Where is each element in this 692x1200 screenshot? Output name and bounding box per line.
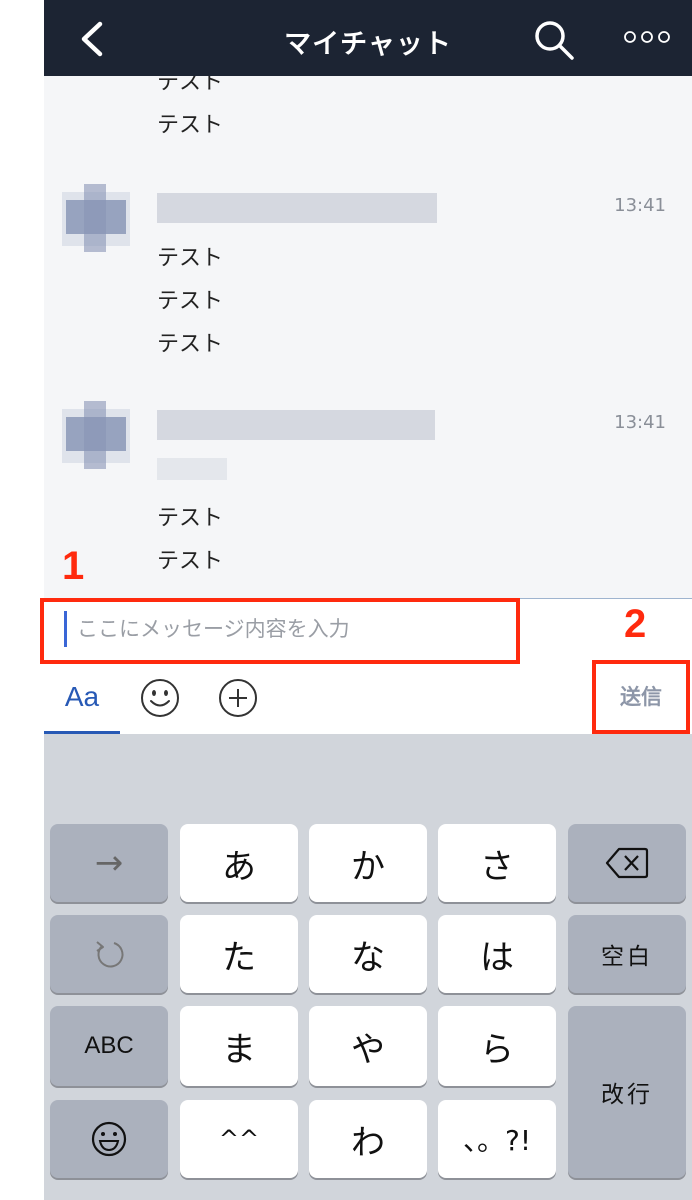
page-title: マイチャット: [284, 29, 452, 60]
key-wa[interactable]: わ: [309, 1100, 427, 1178]
avatar[interactable]: [62, 401, 130, 471]
key-ta[interactable]: た: [180, 915, 298, 993]
key-ha[interactable]: は: [438, 915, 556, 993]
sender-detail-blurred: [157, 458, 227, 480]
message-line: テスト: [157, 76, 224, 95]
header-bar: マイチャット: [44, 0, 692, 76]
message-time: 13:41: [614, 412, 666, 433]
message-line: テスト: [157, 506, 224, 531]
undo-icon: [96, 941, 124, 968]
key-backspace[interactable]: [568, 824, 686, 902]
key-space[interactable]: 空白: [568, 915, 686, 993]
annotation-marker-1: 1: [62, 544, 85, 588]
japanese-keyboard: → あ か さ た な は 空白 ABC ま や ら 改行 ^^ わ 、。?!: [44, 734, 692, 1200]
tab-text-input[interactable]: Aa: [44, 660, 120, 734]
chat-message-list[interactable]: テスト テスト 13:41 テスト テスト テスト 13:41 テスト テスト: [44, 76, 692, 598]
message-time: 13:41: [614, 195, 666, 216]
annotation-box-input: [40, 598, 520, 664]
key-abc[interactable]: ABC: [50, 1006, 168, 1086]
backspace-icon: [605, 847, 649, 879]
key-kaomoji[interactable]: ^^: [180, 1100, 298, 1178]
annotation-box-send: [592, 660, 690, 734]
key-sa[interactable]: さ: [438, 824, 556, 902]
message-line: テスト: [157, 549, 224, 574]
key-ka[interactable]: か: [309, 824, 427, 902]
sender-name-blurred: [157, 410, 435, 440]
message-line: テスト: [157, 332, 224, 357]
key-punctuation[interactable]: 、。?!: [438, 1100, 556, 1178]
message-line: テスト: [157, 246, 224, 271]
key-a[interactable]: あ: [180, 824, 298, 902]
annotation-marker-2: 2: [624, 602, 647, 646]
sender-name-blurred: [157, 193, 437, 223]
message-line: テスト: [157, 113, 224, 138]
key-ma[interactable]: ま: [180, 1006, 298, 1086]
more-options-icon[interactable]: [622, 28, 672, 46]
emoji-keyboard-icon: [91, 1121, 127, 1157]
key-enter[interactable]: 改行: [568, 1006, 686, 1178]
search-icon[interactable]: [532, 18, 576, 62]
plus-circle-icon[interactable]: [218, 678, 258, 718]
key-ra[interactable]: ら: [438, 1006, 556, 1086]
key-emoji[interactable]: [50, 1100, 168, 1178]
key-undo[interactable]: [50, 915, 168, 993]
key-na[interactable]: な: [309, 915, 427, 993]
avatar[interactable]: [62, 184, 130, 254]
key-ya[interactable]: や: [309, 1006, 427, 1086]
message-line: テスト: [157, 289, 224, 314]
smiley-icon[interactable]: [140, 678, 180, 718]
key-next-arrow[interactable]: →: [50, 824, 168, 902]
